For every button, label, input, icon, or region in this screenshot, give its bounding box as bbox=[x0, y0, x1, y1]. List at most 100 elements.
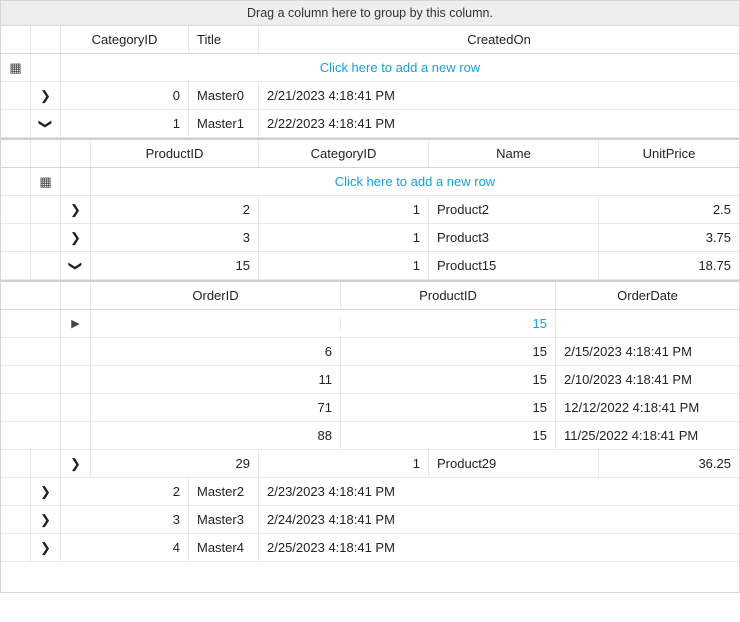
cell-category-id[interactable]: 1 bbox=[259, 450, 429, 477]
column-header-order-date[interactable]: OrderDate bbox=[556, 282, 739, 309]
column-header-order-id[interactable]: OrderID bbox=[91, 282, 341, 309]
cell-product-id[interactable]: 15 bbox=[341, 422, 556, 449]
cell-product-id[interactable]: 15 bbox=[341, 338, 556, 365]
product-row[interactable]: ❯ 3 1 Product3 3.75 bbox=[1, 224, 739, 252]
products-add-row[interactable]: ▦ Click here to add a new row bbox=[1, 168, 739, 196]
master-row[interactable]: ❯ 3 Master3 2/24/2023 4:18:41 PM bbox=[1, 506, 739, 534]
cell-title[interactable]: Master2 bbox=[189, 478, 259, 505]
expander-placeholder bbox=[31, 54, 61, 81]
master-header-row: CategoryID Title CreatedOn bbox=[1, 26, 739, 54]
column-header-product-id[interactable]: ProductID bbox=[341, 282, 556, 309]
cell-created-on[interactable]: 2/22/2023 4:18:41 PM bbox=[259, 110, 739, 137]
product-row[interactable]: ❯ 29 1 Product29 36.25 bbox=[1, 450, 739, 478]
indent bbox=[1, 338, 61, 365]
cell-name[interactable]: Product29 bbox=[429, 450, 599, 477]
row-indicator bbox=[1, 534, 31, 561]
cell-unit-price[interactable]: 18.75 bbox=[599, 252, 739, 279]
cell-category-id[interactable]: 1 bbox=[259, 224, 429, 251]
cell-title[interactable]: Master0 bbox=[189, 82, 259, 109]
cell-name[interactable]: Product3 bbox=[429, 224, 599, 251]
cell-category-id[interactable]: 1 bbox=[259, 196, 429, 223]
cell-order-id[interactable]: 71 bbox=[91, 394, 341, 421]
cell-order-id[interactable] bbox=[91, 318, 341, 330]
cell-order-id[interactable]: 88 bbox=[91, 422, 341, 449]
cell-order-date[interactable] bbox=[556, 318, 739, 330]
chevron-down-icon[interactable]: ❯ bbox=[38, 118, 54, 129]
current-row-indicator: ▶ bbox=[61, 310, 91, 337]
cell-unit-price[interactable]: 2.5 bbox=[599, 196, 739, 223]
column-header-category-id[interactable]: CategoryID bbox=[259, 140, 429, 167]
cell-created-on[interactable]: 2/23/2023 4:18:41 PM bbox=[259, 478, 739, 505]
cell-created-on[interactable]: 2/25/2023 4:18:41 PM bbox=[259, 534, 739, 561]
cell-order-id[interactable]: 6 bbox=[91, 338, 341, 365]
master-row[interactable]: ❯ 2 Master2 2/23/2023 4:18:41 PM bbox=[1, 478, 739, 506]
cell-product-id[interactable]: 29 bbox=[91, 450, 259, 477]
cell-title[interactable]: Master3 bbox=[189, 506, 259, 533]
cell-created-on[interactable]: 2/21/2023 4:18:41 PM bbox=[259, 82, 739, 109]
chevron-down-icon[interactable]: ❯ bbox=[68, 260, 84, 271]
orders-new-row[interactable]: ▶ 15 bbox=[1, 310, 739, 338]
chevron-right-icon[interactable]: ❯ bbox=[40, 540, 51, 556]
cell-product-id[interactable]: 15 bbox=[341, 394, 556, 421]
cell-order-date[interactable]: 2/10/2023 4:18:41 PM bbox=[556, 366, 739, 393]
cell-product-id[interactable]: 3 bbox=[91, 224, 259, 251]
column-header-category-id[interactable]: CategoryID bbox=[61, 26, 189, 53]
row-indicator bbox=[61, 422, 91, 449]
cell-category-id[interactable]: 2 bbox=[61, 478, 189, 505]
chevron-right-icon[interactable]: ❯ bbox=[70, 202, 81, 218]
column-header-created-on[interactable]: CreatedOn bbox=[259, 26, 739, 53]
cell-category-id[interactable]: 1 bbox=[259, 252, 429, 279]
cell-category-id[interactable]: 0 bbox=[61, 82, 189, 109]
master-row[interactable]: ❯ 0 Master0 2/21/2023 4:18:41 PM bbox=[1, 82, 739, 110]
cell-order-date[interactable]: 12/12/2022 4:18:41 PM bbox=[556, 394, 739, 421]
chevron-right-icon[interactable]: ❯ bbox=[70, 456, 81, 472]
cell-order-id[interactable]: 11 bbox=[91, 366, 341, 393]
column-header-title[interactable]: Title bbox=[189, 26, 259, 53]
cell-title[interactable]: Master1 bbox=[189, 110, 259, 137]
cell-category-id[interactable]: 1 bbox=[61, 110, 189, 137]
chevron-right-icon[interactable]: ❯ bbox=[40, 484, 51, 500]
cell-product-id[interactable]: 15 bbox=[341, 366, 556, 393]
order-row[interactable]: 88 15 11/25/2022 4:18:41 PM bbox=[1, 422, 739, 450]
indent bbox=[1, 450, 31, 477]
cell-category-id[interactable]: 3 bbox=[61, 506, 189, 533]
cell-unit-price[interactable]: 36.25 bbox=[599, 450, 739, 477]
order-row[interactable]: 11 15 2/10/2023 4:18:41 PM bbox=[1, 366, 739, 394]
cell-created-on[interactable]: 2/24/2023 4:18:41 PM bbox=[259, 506, 739, 533]
product-row[interactable]: ❯ 2 1 Product2 2.5 bbox=[1, 196, 739, 224]
row-indicator bbox=[31, 196, 61, 223]
product-row[interactable]: ❯ 15 1 Product15 18.75 bbox=[1, 252, 739, 280]
master-row[interactable]: ❯ 4 Master4 2/25/2023 4:18:41 PM bbox=[1, 534, 739, 562]
row-indicator-header bbox=[1, 26, 31, 53]
cell-title[interactable]: Master4 bbox=[189, 534, 259, 561]
cell-product-id[interactable]: 15 bbox=[341, 310, 556, 337]
child-grid-orders: OrderID ProductID OrderDate ▶ 15 6 15 2/… bbox=[1, 280, 739, 450]
master-add-row[interactable]: ▦ Click here to add a new row bbox=[1, 54, 739, 82]
cell-product-id[interactable]: 2 bbox=[91, 196, 259, 223]
cell-product-id[interactable]: 15 bbox=[91, 252, 259, 279]
indent bbox=[1, 140, 31, 167]
order-row[interactable]: 71 15 12/12/2022 4:18:41 PM bbox=[1, 394, 739, 422]
cell-order-date[interactable]: 11/25/2022 4:18:41 PM bbox=[556, 422, 739, 449]
row-indicator bbox=[1, 506, 31, 533]
child-grid-products: ProductID CategoryID Name UnitPrice ▦ Cl… bbox=[1, 138, 739, 478]
order-row[interactable]: 6 15 2/15/2023 4:18:41 PM bbox=[1, 338, 739, 366]
indent bbox=[1, 366, 61, 393]
row-indicator-header bbox=[31, 140, 61, 167]
cell-order-date[interactable]: 2/15/2023 4:18:41 PM bbox=[556, 338, 739, 365]
chevron-right-icon[interactable]: ❯ bbox=[40, 88, 51, 104]
add-row-label: Click here to add a new row bbox=[91, 168, 739, 195]
master-row[interactable]: ❯ 1 Master1 2/22/2023 4:18:41 PM bbox=[1, 110, 739, 138]
cell-unit-price[interactable]: 3.75 bbox=[599, 224, 739, 251]
cell-name[interactable]: Product2 bbox=[429, 196, 599, 223]
cell-category-id[interactable]: 4 bbox=[61, 534, 189, 561]
group-panel[interactable]: Drag a column here to group by this colu… bbox=[1, 1, 739, 26]
cell-name[interactable]: Product15 bbox=[429, 252, 599, 279]
indent bbox=[1, 168, 31, 195]
chevron-right-icon[interactable]: ❯ bbox=[40, 512, 51, 528]
column-header-product-id[interactable]: ProductID bbox=[91, 140, 259, 167]
column-header-unit-price[interactable]: UnitPrice bbox=[599, 140, 739, 167]
calendar-icon: ▦ bbox=[39, 174, 51, 190]
chevron-right-icon[interactable]: ❯ bbox=[70, 230, 81, 246]
column-header-name[interactable]: Name bbox=[429, 140, 599, 167]
